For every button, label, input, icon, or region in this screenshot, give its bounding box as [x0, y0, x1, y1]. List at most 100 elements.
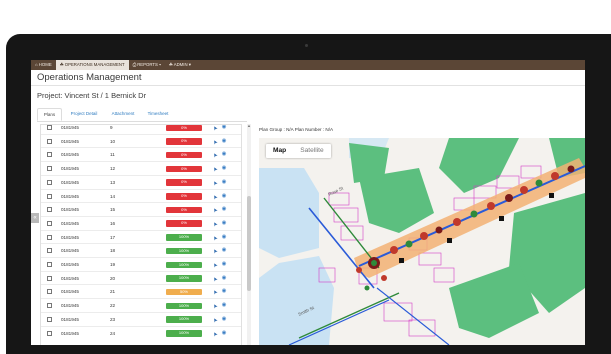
- row-checkbox[interactable]: [47, 166, 52, 172]
- divider: [31, 85, 585, 86]
- table-row[interactable]: 0181945 10 0% ➤ ◉: [41, 133, 241, 148]
- row-checkbox[interactable]: [47, 330, 52, 336]
- plan-number: 15: [110, 207, 116, 213]
- table-row[interactable]: 0181945 22 100% ➤ ◉: [41, 298, 241, 312]
- table-row[interactable]: 0181945 19 100% ➤ ◉: [41, 257, 241, 271]
- table-row[interactable]: 0181945 17 100% ➤ ◉: [41, 229, 241, 244]
- row-actions: ➤ ◉: [212, 176, 226, 189]
- nav-home[interactable]: ⌂ HOME: [31, 60, 56, 70]
- plan-number: 21: [110, 289, 116, 295]
- map-view[interactable]: Rose St Smith St Map Satellite: [259, 138, 585, 345]
- locate-pointer-icon[interactable]: ➤: [210, 328, 224, 338]
- locate-pointer-icon[interactable]: ➤: [210, 177, 224, 187]
- plan-code: 0181945: [61, 262, 79, 267]
- nav-reports[interactable]: ⎙ REPORTS ▾: [129, 60, 165, 70]
- row-actions: ➤ ◉: [212, 135, 226, 148]
- table-row[interactable]: 0181945 16 0% ➤ ◉: [41, 215, 241, 230]
- row-checkbox[interactable]: [47, 248, 52, 254]
- camera-dot: [305, 44, 308, 47]
- plan-code: 0181945: [61, 248, 79, 254]
- app-screen: ⌂ HOME ☘ OPERATIONS MANAGEMENT ⎙ REPORTS…: [31, 60, 585, 345]
- tab-attachment[interactable]: Attachment: [106, 108, 140, 121]
- map-type-satellite-button[interactable]: Satellite: [293, 144, 330, 158]
- row-actions: ➤ ◉: [212, 272, 226, 285]
- nav-admin[interactable]: ☘ ADMIN ▾: [165, 60, 195, 70]
- plan-code: 0181945: [61, 220, 79, 226]
- table-row[interactable]: 0181945 23 100% ➤ ◉: [41, 311, 241, 326]
- table-row[interactable]: 0181945 13 0% ➤ ◉: [41, 174, 241, 189]
- plan-code: 0181945: [61, 330, 79, 336]
- row-checkbox[interactable]: [47, 125, 52, 130]
- plans-table: 0181945 9 0% ➤ ◉ 0181945 10 0% ➤ ◉ 0181945 11 0% ➤ ◉ 01…: [40, 124, 242, 345]
- tab-project-detail[interactable]: Project Detail: [64, 108, 104, 121]
- plan-number: 11: [110, 152, 115, 158]
- locate-pointer-icon[interactable]: ➤: [210, 232, 224, 242]
- table-row[interactable]: 0181945 24 100% ➤ ◉: [41, 325, 241, 340]
- table-row[interactable]: 0181945 12 0% ➤ ◉: [41, 161, 241, 175]
- locate-pointer-icon[interactable]: ➤: [210, 191, 224, 201]
- plan-number: 23: [110, 316, 116, 322]
- row-actions: ➤ ◉: [212, 190, 226, 203]
- plan-code: 0181945: [61, 289, 79, 295]
- row-actions: ➤ ◉: [212, 217, 226, 230]
- tab-plans[interactable]: Plans: [37, 108, 62, 121]
- park-area: [349, 143, 389, 183]
- table-row[interactable]: 0181945 18 100% ➤ ◉: [41, 243, 241, 257]
- row-actions: ➤ ◉: [212, 148, 226, 161]
- plan-number: 10: [110, 138, 116, 144]
- locate-pointer-icon[interactable]: ➤: [210, 218, 224, 228]
- plan-group-label: Plan Group : N/A Plan Number : N/A: [259, 127, 334, 132]
- plan-code: 0181945: [61, 234, 79, 240]
- row-checkbox[interactable]: [47, 303, 52, 309]
- nav-operations-management[interactable]: ☘ OPERATIONS MANAGEMENT: [55, 60, 129, 70]
- row-checkbox[interactable]: [47, 207, 52, 213]
- building-block: [259, 168, 319, 258]
- plan-code: 0181945: [61, 303, 79, 309]
- row-actions: ➤ ◉: [212, 299, 226, 312]
- table-row[interactable]: 0181945 20 100% ➤ ◉: [41, 270, 241, 285]
- table-row[interactable]: 0181945 9 0% ➤ ◉: [41, 125, 241, 134]
- table-row[interactable]: 0181945 21 50% ➤ ◉: [41, 284, 241, 298]
- row-checkbox[interactable]: [47, 275, 52, 281]
- progress-badge: 0%: [166, 206, 202, 214]
- tab-bar: Plans Project Detail Attachment Timeshee…: [37, 108, 247, 122]
- row-actions: ➤ ◉: [212, 203, 226, 216]
- table-row[interactable]: 0181945 14 0% ➤ ◉: [41, 188, 241, 203]
- plans-scrollbar-thumb[interactable]: [247, 196, 251, 291]
- progress-badge: 100%: [166, 261, 202, 268]
- row-checkbox[interactable]: [47, 262, 52, 267]
- map-type-toggle: Map Satellite: [266, 144, 331, 158]
- progress-badge: 100%: [166, 234, 202, 241]
- row-actions: ➤ ◉: [212, 244, 226, 257]
- row-actions: ➤ ◉: [212, 313, 226, 326]
- row-checkbox[interactable]: [47, 138, 52, 144]
- row-checkbox[interactable]: [47, 316, 52, 322]
- plan-number: 12: [110, 166, 116, 172]
- map-type-map-button[interactable]: Map: [266, 144, 293, 158]
- row-checkbox[interactable]: [47, 220, 52, 226]
- row-checkbox[interactable]: [47, 289, 52, 295]
- collapse-panel-icon[interactable]: «: [31, 213, 39, 223]
- progress-badge: 0%: [166, 179, 202, 186]
- locate-pointer-icon[interactable]: ➤: [210, 273, 224, 283]
- plan-code: 0181945: [61, 193, 79, 199]
- row-checkbox[interactable]: [47, 193, 52, 199]
- table-row[interactable]: 0181945 15 0% ➤ ◉: [41, 202, 241, 216]
- row-actions: ➤ ◉: [212, 162, 226, 175]
- row-checkbox[interactable]: [47, 234, 52, 240]
- plan-code: 0181945: [61, 166, 79, 172]
- plan-number: 19: [110, 262, 116, 267]
- table-row[interactable]: 0181945 11 0% ➤ ◉: [41, 147, 241, 161]
- row-checkbox[interactable]: [47, 152, 52, 158]
- scroll-up-icon[interactable]: ▲: [247, 123, 251, 128]
- progress-badge: 0%: [166, 220, 202, 227]
- map-canvas[interactable]: Rose St Smith St: [259, 138, 585, 345]
- progress-badge: 0%: [166, 125, 202, 131]
- tab-timesheet[interactable]: Timesheet: [142, 108, 174, 121]
- project-title: Project: Vincent St / 1 Bernick Dr: [37, 91, 147, 100]
- row-checkbox[interactable]: [47, 179, 52, 185]
- progress-badge: 0%: [166, 165, 202, 173]
- top-navbar: ⌂ HOME ☘ OPERATIONS MANAGEMENT ⎙ REPORTS…: [31, 60, 585, 70]
- locate-pointer-icon[interactable]: ➤: [210, 136, 224, 146]
- locate-pointer-icon[interactable]: ➤: [210, 314, 224, 324]
